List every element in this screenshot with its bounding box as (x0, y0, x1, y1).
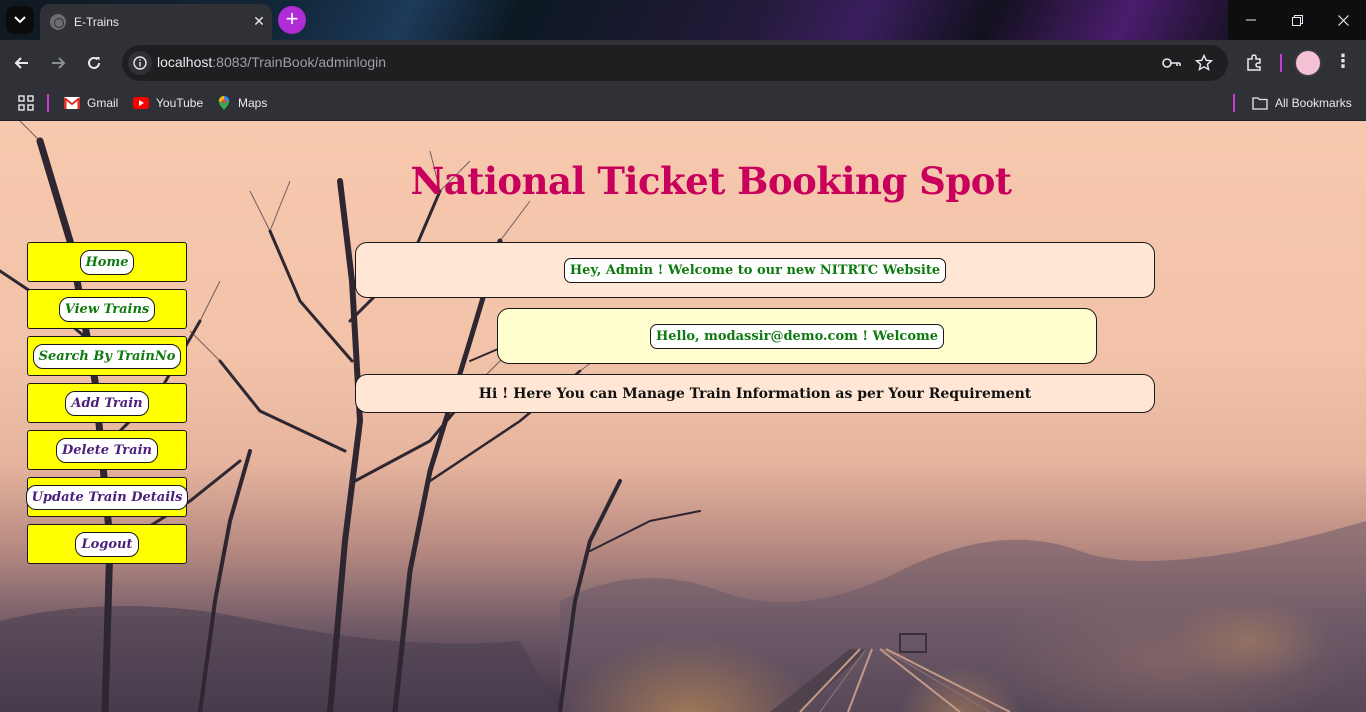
chevron-down-icon (14, 16, 26, 24)
tab-title: E-Trains (74, 15, 119, 29)
globe-icon (50, 14, 66, 30)
restore-icon (1291, 14, 1303, 26)
nav-item-view-trains[interactable]: View Trains (27, 289, 187, 329)
forward-button[interactable] (44, 49, 72, 77)
nav-add-train-link[interactable]: Add Train (65, 390, 149, 416)
apps-grid-icon (18, 95, 34, 111)
all-bookmarks-label: All Bookmarks (1275, 96, 1352, 110)
manage-info-message: Hi ! Here You can Manage Train Informati… (478, 385, 1032, 402)
nav-item-home[interactable]: Home (27, 242, 187, 282)
tab-search-button[interactable] (6, 6, 34, 34)
nav-delete-train-link[interactable]: Delete Train (56, 437, 158, 463)
nav-search-by-trainno-link[interactable]: Search By TrainNo (32, 343, 182, 369)
site-info-icon[interactable] (128, 51, 152, 75)
user-welcome-box: Hello, modassir@demo.com ! Welcome (497, 308, 1097, 364)
admin-side-nav: Home View Trains Search By TrainNo Add T… (25, 242, 189, 571)
arrow-left-icon (14, 57, 28, 69)
browser-tab[interactable]: E-Trains ✕ (40, 4, 272, 40)
reload-icon (88, 56, 100, 69)
apps-button[interactable] (18, 92, 34, 114)
star-icon[interactable] (1194, 53, 1214, 73)
bookmark-maps-label: Maps (238, 96, 268, 110)
bookmark-youtube-label: YouTube (156, 96, 204, 110)
bookmark-maps[interactable]: Maps (217, 92, 267, 114)
bookmark-gmail-label: Gmail (87, 96, 119, 110)
minimize-icon (1246, 19, 1256, 21)
nav-item-search-by-trainno[interactable]: Search By TrainNo (27, 336, 187, 376)
back-button[interactable] (8, 49, 36, 77)
nav-home-link[interactable]: Home (79, 249, 135, 275)
folder-icon (1252, 97, 1268, 110)
nav-item-update-train-details[interactable]: Update Train Details (25, 477, 189, 517)
nav-view-trains-link[interactable]: View Trains (58, 296, 156, 322)
title-bar: E-Trains ✕ + (0, 0, 1366, 40)
close-window-button[interactable] (1320, 0, 1366, 40)
nav-item-add-train[interactable]: Add Train (27, 383, 187, 423)
url-host: localhost (157, 54, 213, 70)
bookmarks-divider-right (1233, 94, 1235, 112)
window-controls (1228, 0, 1366, 40)
url-path: :8083/TrainBook/adminlogin (212, 54, 387, 70)
manage-info-box: Hi ! Here You can Manage Train Informati… (355, 374, 1155, 413)
url-text: localhost:8083/TrainBook/adminlogin (157, 54, 386, 70)
bookmark-youtube[interactable]: YouTube (133, 92, 203, 114)
bookmarks-divider (47, 94, 49, 112)
background-landscape-image (0, 121, 1366, 712)
gmail-icon (64, 97, 80, 109)
minimize-button[interactable] (1228, 0, 1274, 40)
close-icon (1337, 14, 1349, 26)
nav-update-train-details-link[interactable]: Update Train Details (25, 484, 189, 510)
nav-item-delete-train[interactable]: Delete Train (27, 430, 187, 470)
profile-avatar[interactable] (1294, 49, 1322, 77)
arrow-right-icon (52, 57, 66, 69)
extensions-icon[interactable] (1244, 53, 1264, 73)
nav-item-logout[interactable]: Logout (27, 524, 187, 564)
bookmarks-bar: Gmail YouTube Maps All Bookmarks (0, 86, 1366, 121)
admin-welcome-box: Hey, Admin ! Welcome to our new NITRTC W… (355, 242, 1155, 298)
reload-button[interactable] (80, 49, 108, 77)
all-bookmarks-button[interactable]: All Bookmarks (1252, 92, 1352, 114)
user-welcome-message: Hello, modassir@demo.com ! Welcome (649, 323, 945, 349)
toolbar-divider (1280, 54, 1282, 72)
browser-toolbar: localhost:8083/TrainBook/adminlogin ⋮ (0, 40, 1366, 86)
nav-logout-link[interactable]: Logout (75, 531, 139, 557)
page-title: National Ticket Booking Spot (410, 159, 1012, 203)
restore-button[interactable] (1274, 0, 1320, 40)
admin-welcome-message: Hey, Admin ! Welcome to our new NITRTC W… (563, 257, 947, 283)
youtube-icon (133, 97, 149, 109)
new-tab-button[interactable]: + (278, 6, 306, 34)
address-bar[interactable]: localhost:8083/TrainBook/adminlogin (122, 45, 1228, 81)
key-icon[interactable] (1162, 53, 1182, 73)
bookmark-gmail[interactable]: Gmail (64, 92, 118, 114)
browser-menu-icon[interactable]: ⋮ (1333, 49, 1353, 77)
close-tab-icon[interactable]: ✕ (246, 14, 272, 30)
page-viewport: National Ticket Booking Spot Home View T… (0, 121, 1366, 712)
maps-pin-icon (218, 96, 230, 110)
